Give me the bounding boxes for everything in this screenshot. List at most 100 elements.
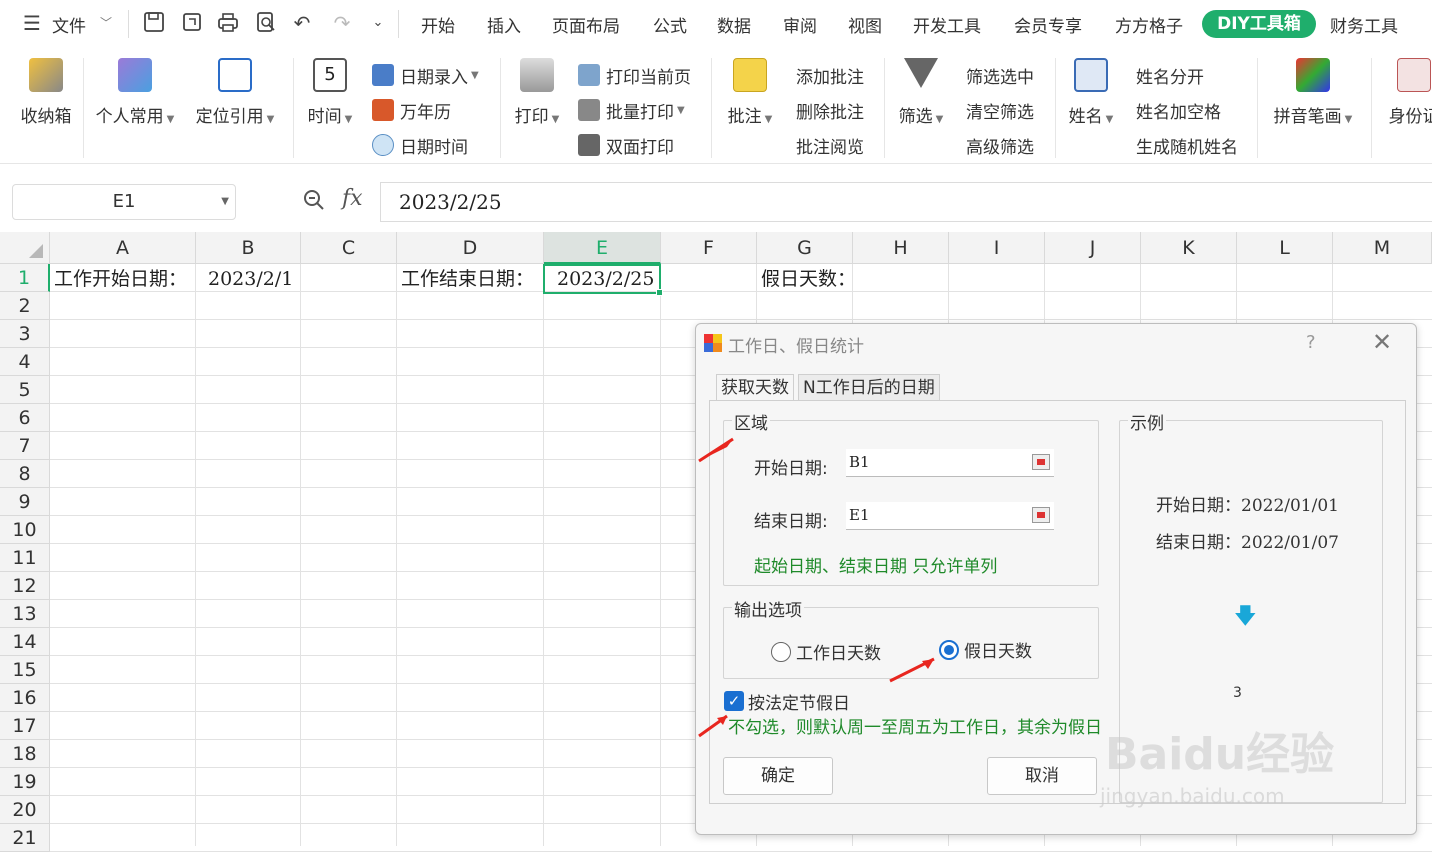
random-name-button[interactable]: 生成随机姓名	[1136, 132, 1238, 158]
name-box[interactable]: E1 ▼	[12, 184, 236, 220]
tab-page-layout[interactable]: 页面布局	[552, 12, 620, 37]
end-date-input[interactable]: E1	[846, 502, 1054, 530]
row-header-12[interactable]: 12	[0, 572, 50, 600]
redo-icon[interactable]: ↷	[330, 11, 354, 35]
column-header-F[interactable]: F	[661, 232, 757, 264]
zoom-search-icon[interactable]	[302, 188, 326, 218]
row-header-6[interactable]: 6	[0, 404, 50, 432]
row-header-11[interactable]: 11	[0, 544, 50, 572]
comment-button[interactable]: 批注 ▼	[722, 58, 778, 127]
read-comment-button[interactable]: 批注阅览	[796, 132, 864, 158]
workdays-radio-label[interactable]: 工作日天数	[796, 639, 881, 664]
row-header-21[interactable]: 21	[0, 824, 50, 852]
range-picker-icon[interactable]	[1032, 454, 1050, 470]
save-icon[interactable]	[142, 11, 166, 35]
tab-insert[interactable]: 插入	[487, 12, 521, 37]
tab-developer[interactable]: 开发工具	[913, 12, 981, 37]
row-header-20[interactable]: 20	[0, 796, 50, 824]
toolbox-button[interactable]: 收纳箱	[18, 58, 74, 127]
tab-home[interactable]: 开始	[421, 12, 455, 37]
column-header-J[interactable]: J	[1045, 232, 1141, 264]
row-header-4[interactable]: 4	[0, 348, 50, 376]
print-current-page-button[interactable]: 打印当前页	[578, 62, 691, 88]
column-header-E[interactable]: E	[544, 232, 661, 264]
cell-A1[interactable]: 工作开始日期：	[54, 265, 187, 293]
row-header-1[interactable]: 1	[0, 264, 50, 292]
column-header-L[interactable]: L	[1237, 232, 1333, 264]
cancel-button[interactable]: 取消	[987, 757, 1097, 795]
close-icon[interactable]: ✕	[1372, 328, 1392, 356]
file-menu-chevron-icon[interactable]: ﹀	[100, 14, 112, 31]
column-header-C[interactable]: C	[301, 232, 397, 264]
column-header-I[interactable]: I	[949, 232, 1045, 264]
row-header-7[interactable]: 7	[0, 432, 50, 460]
holidays-radio-label[interactable]: 假日天数	[964, 637, 1032, 662]
row-header-16[interactable]: 16	[0, 684, 50, 712]
cell-D1[interactable]: 工作结束日期：	[401, 265, 534, 293]
add-comment-button[interactable]: 添加批注	[796, 62, 864, 88]
cell-G1[interactable]: 假日天数：	[761, 265, 856, 293]
row-header-2[interactable]: 2	[0, 292, 50, 320]
export-icon[interactable]	[180, 11, 204, 35]
name-button[interactable]: 姓名 ▼	[1064, 58, 1118, 127]
cell-B1[interactable]: 2023/2/1	[208, 265, 293, 293]
tab-data[interactable]: 数据	[717, 12, 751, 37]
legal-holiday-checkbox[interactable]: ✓	[724, 691, 744, 711]
name-add-space-button[interactable]: 姓名加空格	[1136, 97, 1221, 123]
row-header-10[interactable]: 10	[0, 516, 50, 544]
filter-button[interactable]: 筛选 ▼	[894, 58, 948, 127]
start-date-input[interactable]: B1	[846, 449, 1054, 477]
column-header-K[interactable]: K	[1141, 232, 1237, 264]
tab-review[interactable]: 审阅	[783, 12, 817, 37]
column-header-D[interactable]: D	[397, 232, 544, 264]
personal-button[interactable]: 个人常用 ▼	[90, 58, 180, 127]
tab-fangfang[interactable]: 方方格子	[1115, 12, 1183, 37]
clear-filter-button[interactable]: 清空筛选	[966, 97, 1034, 123]
column-header-B[interactable]: B	[196, 232, 301, 264]
undo-icon[interactable]: ↶	[290, 11, 314, 35]
row-header-14[interactable]: 14	[0, 628, 50, 656]
batch-print-button[interactable]: 批量打印 ▼	[578, 97, 685, 123]
pinyin-strokes-button[interactable]: 拼音笔画 ▼	[1268, 58, 1358, 127]
split-name-button[interactable]: 姓名分开	[1136, 62, 1204, 88]
column-header-G[interactable]: G	[757, 232, 853, 264]
ok-button[interactable]: 确定	[723, 757, 833, 795]
row-header-5[interactable]: 5	[0, 376, 50, 404]
column-header-H[interactable]: H	[853, 232, 949, 264]
time-button[interactable]: 5 时间 ▼	[304, 58, 356, 127]
insert-function-icon[interactable]: fx	[342, 186, 363, 211]
row-header-19[interactable]: 19	[0, 768, 50, 796]
id-card-button[interactable]: 身份证	[1384, 58, 1432, 127]
filter-selected-button[interactable]: 筛选选中	[966, 62, 1034, 88]
row-header-8[interactable]: 8	[0, 460, 50, 488]
datetime-button[interactable]: 日期时间	[372, 132, 468, 158]
file-menu[interactable]: 文件	[52, 12, 86, 37]
row-header-13[interactable]: 13	[0, 600, 50, 628]
holidays-radio[interactable]	[939, 640, 959, 660]
row-header-17[interactable]: 17	[0, 712, 50, 740]
fill-handle[interactable]	[656, 289, 663, 296]
workdays-radio[interactable]	[771, 642, 791, 662]
row-header-18[interactable]: 18	[0, 740, 50, 768]
legal-holiday-label[interactable]: 按法定节假日	[748, 689, 850, 714]
name-box-dropdown-icon[interactable]: ▼	[221, 185, 229, 219]
column-header-M[interactable]: M	[1333, 232, 1432, 264]
date-entry-button[interactable]: 日期录入 ▼	[372, 62, 479, 88]
advanced-filter-button[interactable]: 高级筛选	[966, 132, 1034, 158]
select-all-corner[interactable]	[0, 232, 50, 264]
tab-date-after-n-workdays[interactable]: N工作日后的日期	[798, 374, 940, 401]
tab-member[interactable]: 会员专享	[1014, 12, 1082, 37]
help-button[interactable]: ?	[1306, 332, 1316, 353]
locate-ref-button[interactable]: 定位引用 ▼	[190, 58, 280, 127]
row-header-3[interactable]: 3	[0, 320, 50, 348]
calendar-button[interactable]: 万年历	[372, 97, 451, 123]
hamburger-menu-icon[interactable]: ☰	[20, 11, 44, 35]
tab-diy-toolbox[interactable]: DIY工具箱	[1202, 10, 1316, 38]
print-button[interactable]: 打印 ▼	[510, 58, 564, 127]
print-icon[interactable]	[216, 11, 240, 35]
delete-comment-button[interactable]: 删除批注	[796, 97, 864, 123]
formula-input[interactable]: 2023/2/25	[380, 182, 1432, 222]
range-picker-icon[interactable]	[1032, 507, 1050, 523]
tab-formulas[interactable]: 公式	[653, 12, 687, 37]
column-header-A[interactable]: A	[50, 232, 196, 264]
